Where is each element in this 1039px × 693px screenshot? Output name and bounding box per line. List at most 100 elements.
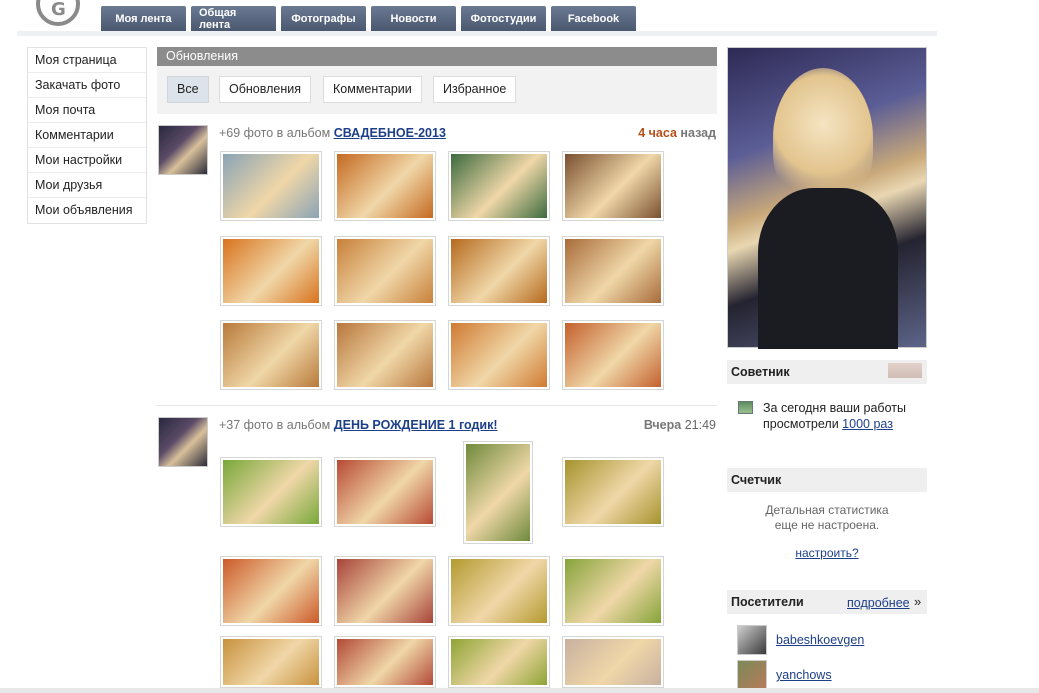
portrait-figure-hair (773, 68, 873, 208)
post-time: Вчера 21:49 (600, 418, 716, 432)
tab-facebook[interactable]: Facebook (551, 6, 636, 31)
views-icon (738, 401, 753, 414)
photo-thumbnail[interactable] (334, 556, 436, 626)
filter-bar: Все Обновления Комментарии Избранное (157, 66, 717, 114)
visitor-name[interactable]: yanchows (776, 668, 832, 682)
visitor-avatar[interactable] (737, 625, 767, 655)
photo-thumbnail[interactable] (562, 236, 664, 306)
photo-thumbnail[interactable] (220, 236, 322, 306)
visitor-row[interactable]: babeshkoevgen (737, 625, 927, 655)
filter-favorites[interactable]: Избранное (433, 76, 517, 103)
photo-image (223, 239, 319, 303)
photo-thumbnail[interactable] (220, 151, 322, 221)
advisor-views-link[interactable]: 1000 раз (842, 417, 893, 431)
advisor-stamp-icon (888, 363, 922, 378)
photo-thumbnail[interactable] (463, 441, 533, 544)
photo-thumbnail[interactable] (334, 457, 436, 527)
photo-image (451, 323, 547, 387)
photo-image (565, 559, 661, 623)
photo-image (223, 154, 319, 218)
photo-image (337, 239, 433, 303)
filter-updates[interactable]: Обновления (219, 76, 311, 103)
post-time-rest: 21:49 (681, 418, 716, 432)
header-divider (17, 31, 937, 36)
visitor-row[interactable]: yanchows (737, 660, 927, 690)
menu-item-my-settings[interactable]: Мои настройки (28, 148, 146, 173)
menu-item-my-page[interactable]: Моя страница (28, 48, 146, 73)
photo-image (466, 444, 530, 541)
photo-image (451, 154, 547, 218)
photo-thumbnail[interactable] (448, 556, 550, 626)
photo-thumbnail[interactable] (562, 457, 664, 527)
counter-line-1: Детальная статистика (765, 503, 889, 517)
left-menu: Моя страница Закачать фото Моя почта Ком… (27, 47, 147, 224)
counter-title: Счетчик (727, 468, 927, 492)
portrait-figure-body (758, 188, 898, 349)
photo-thumbnail[interactable] (562, 320, 664, 390)
photo-image (337, 460, 433, 524)
album-link[interactable]: ДЕНЬ РОЖДЕНИЕ 1 годик! (334, 418, 498, 432)
photo-image (337, 639, 433, 685)
photo-image (223, 323, 319, 387)
photo-image (565, 154, 661, 218)
post-header: +69 фото в альбом СВАДЕБНОЕ-2013 (219, 126, 446, 140)
visitors-more-link[interactable]: подробнее (847, 596, 910, 610)
photo-image (223, 460, 319, 524)
photo-thumbnail[interactable] (334, 320, 436, 390)
photo-image (565, 323, 661, 387)
menu-item-upload-photo[interactable]: Закачать фото (28, 73, 146, 98)
counter-setup-link[interactable]: настроить? (727, 546, 927, 560)
photo-thumbnail[interactable] (562, 636, 664, 688)
photo-thumbnail[interactable] (334, 636, 436, 688)
photo-image (223, 559, 319, 623)
tab-photographers[interactable]: Фотографы (281, 6, 366, 31)
visitor-name[interactable]: babeshkoevgen (776, 633, 864, 647)
photo-thumbnail[interactable] (334, 236, 436, 306)
page-bottom-border (0, 688, 1039, 693)
post-time-highlight: 4 часа (638, 126, 677, 140)
featured-portrait[interactable] (727, 47, 927, 349)
menu-item-my-ads[interactable]: Мои объявления (28, 198, 146, 223)
photo-image (565, 639, 661, 685)
photo-thumbnail[interactable] (334, 151, 436, 221)
photo-thumbnail[interactable] (562, 556, 664, 626)
photo-thumbnail[interactable] (562, 151, 664, 221)
post-prefix: +37 фото в альбом (219, 418, 334, 432)
top-navigation: Моя лента Общая лента Фотографы Новости … (101, 6, 636, 31)
photo-thumbnail[interactable] (220, 556, 322, 626)
tab-common-feed[interactable]: Общая лента (191, 6, 276, 31)
post-avatar[interactable] (158, 125, 208, 175)
menu-item-my-mail[interactable]: Моя почта (28, 98, 146, 123)
menu-item-comments[interactable]: Комментарии (28, 123, 146, 148)
photo-thumbnail[interactable] (448, 636, 550, 688)
album-link[interactable]: СВАДЕБНОЕ-2013 (334, 126, 446, 140)
photo-thumbnail[interactable] (448, 320, 550, 390)
photo-image (451, 639, 547, 685)
tab-news[interactable]: Новости (371, 6, 456, 31)
photo-thumbnail[interactable] (220, 636, 322, 688)
site-logo[interactable]: G (36, 0, 80, 26)
photo-thumbnail[interactable] (448, 151, 550, 221)
photo-thumbnail[interactable] (220, 457, 322, 527)
menu-item-my-friends[interactable]: Мои друзья (28, 173, 146, 198)
photo-thumbnail[interactable] (448, 236, 550, 306)
visitor-avatar[interactable] (737, 660, 767, 690)
photo-image (337, 559, 433, 623)
photo-image (451, 239, 547, 303)
counter-line-2: еще не настроена. (774, 518, 880, 532)
post-time-highlight: Вчера (643, 418, 682, 432)
filter-all[interactable]: Все (167, 76, 209, 103)
tab-my-feed[interactable]: Моя лента (101, 6, 186, 31)
advisor-text: За сегодня ваши работы просмотрели 1000 … (763, 400, 928, 432)
counter-status: Детальная статистика еще не настроена. (727, 503, 927, 533)
chevron-right-icon: » (914, 594, 922, 609)
filter-comments[interactable]: Комментарии (323, 76, 422, 103)
photo-thumbnail[interactable] (220, 320, 322, 390)
tab-photostudios[interactable]: Фотостудии (461, 6, 546, 31)
photo-image (565, 460, 661, 524)
photo-image (337, 154, 433, 218)
post-time-rest: назад (676, 126, 716, 140)
logo-glyph: G (51, 0, 66, 20)
photo-image (565, 239, 661, 303)
post-avatar[interactable] (158, 417, 208, 467)
